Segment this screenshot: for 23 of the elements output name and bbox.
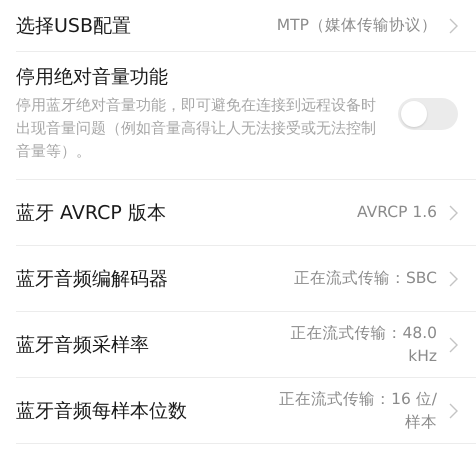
setting-value: MTP（媒体传输协议）	[276, 15, 437, 36]
setting-value: 正在流式传输：SBC	[294, 268, 437, 289]
chevron-right-icon	[449, 402, 458, 418]
settings-row[interactable]: 选择USB配置 MTP（媒体传输协议）	[16, 0, 476, 52]
settings-row[interactable]: 蓝牙音频每样本位数 正在流式传输：16 位/ 样本	[16, 378, 476, 444]
setting-value: 正在流式传输：48.0 kHz	[290, 322, 437, 366]
settings-row[interactable]: 蓝牙 AVRCP 版本 AVRCP 1.6	[16, 180, 476, 246]
setting-title: 蓝牙音频编解码器	[16, 266, 169, 292]
chevron-right-icon	[449, 18, 458, 34]
setting-value: AVRCP 1.6	[357, 202, 437, 223]
settings-row[interactable]: 蓝牙音频编解码器 正在流式传输：SBC	[16, 246, 476, 312]
chevron-right-icon	[449, 204, 458, 220]
setting-title: 蓝牙 AVRCP 版本	[16, 200, 167, 226]
toggle-switch[interactable]	[398, 98, 458, 130]
chevron-right-icon	[449, 270, 458, 286]
setting-title: 停用绝对音量功能	[16, 65, 169, 90]
setting-title: 蓝牙音频每样本位数	[16, 398, 188, 424]
setting-value: 正在流式传输：16 位/ 样本	[279, 388, 437, 432]
setting-title: 蓝牙音频采样率	[16, 332, 150, 358]
settings-row[interactable]: 蓝牙音频采样率 正在流式传输：48.0 kHz	[16, 312, 476, 378]
setting-description: 停用蓝牙绝对音量功能，即可避免在连接到远程设备时出现音量问题（例如音量高得让人无法接受或无法控制音量等）。	[16, 95, 377, 162]
chevron-right-icon	[449, 336, 458, 352]
setting-title: 选择USB配置	[16, 14, 132, 38]
